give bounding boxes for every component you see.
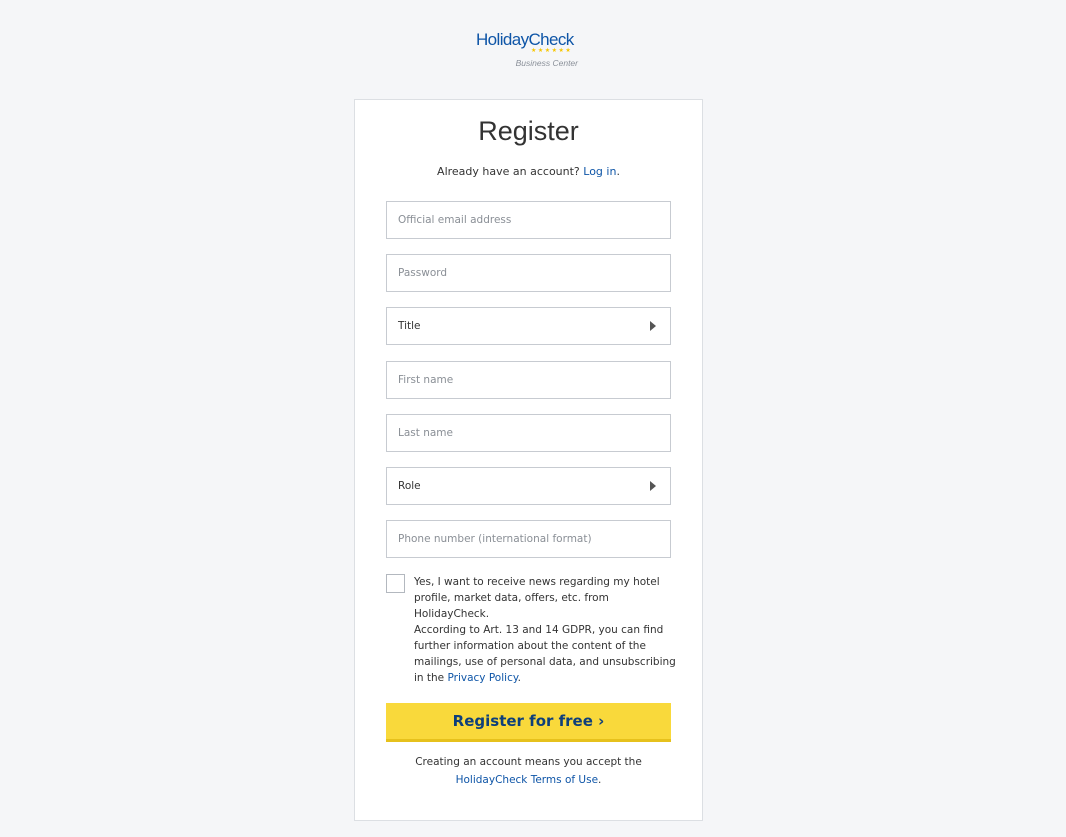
privacy-policy-link[interactable]: Privacy Policy (448, 672, 518, 684)
logo-subtitle: Business Center (515, 58, 578, 68)
register-card: Register Already have an account? Log in… (354, 99, 703, 821)
login-prompt-text: Already have an account? (437, 165, 580, 178)
last-name-input[interactable] (387, 415, 670, 451)
holidaycheck-logo[interactable]: HolidayCheck ★★★★★★ Business Center (476, 30, 580, 70)
login-link[interactable]: Log in (583, 165, 616, 178)
email-input[interactable] (387, 202, 670, 238)
register-button-label: Register for free (452, 712, 593, 730)
chevron-right-icon: › (598, 712, 605, 730)
role-select[interactable]: Role (386, 467, 671, 505)
terms-of-use-link[interactable]: HolidayCheck Terms of Use (456, 774, 598, 786)
last-name-field (386, 414, 671, 452)
phone-input[interactable] (387, 521, 670, 557)
phone-field (386, 520, 671, 558)
role-select-value: Role (398, 480, 421, 492)
gdpr-suffix: . (517, 672, 521, 684)
login-suffix: . (616, 165, 620, 178)
newsletter-checkbox[interactable] (386, 574, 405, 593)
register-button[interactable]: Register for free › (386, 703, 671, 742)
gdpr-notice: According to Art. 13 and 14 GDPR, you ca… (414, 622, 676, 686)
caret-right-icon (650, 481, 656, 491)
terms-notice: Creating an account means you accept the… (355, 753, 702, 789)
first-name-input[interactable] (387, 362, 670, 398)
logo-stars-icon: ★★★★★★ (531, 47, 573, 54)
password-field (386, 254, 671, 292)
first-name-field (386, 361, 671, 399)
title-select[interactable]: Title (386, 307, 671, 345)
terms-prefix: Creating an account means you accept the (415, 756, 642, 768)
title-select-value: Title (398, 320, 421, 332)
email-field (386, 201, 671, 239)
password-input[interactable] (387, 255, 670, 291)
caret-right-icon (650, 321, 656, 331)
terms-suffix: . (598, 774, 602, 786)
page-title: Register (478, 116, 579, 146)
login-prompt: Already have an account? Log in. (355, 165, 702, 178)
newsletter-label: Yes, I want to receive news regarding my… (414, 576, 660, 620)
